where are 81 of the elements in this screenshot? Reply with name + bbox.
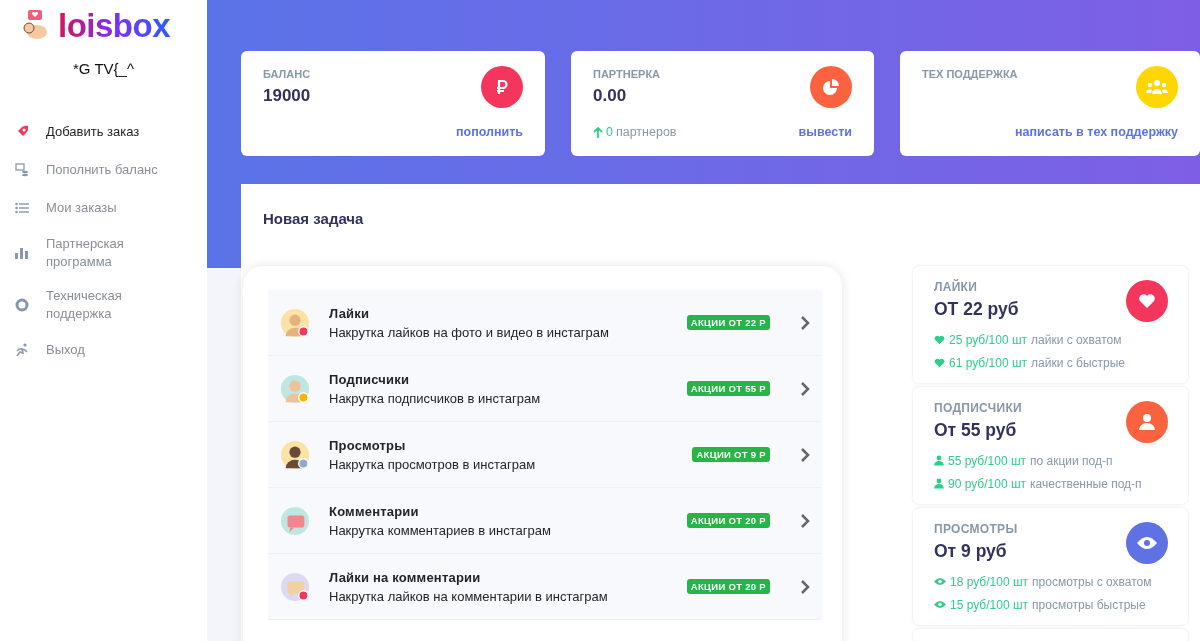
partner-count: 0 <box>606 125 613 139</box>
promo-badge: АКЦИИ ОТ 55 Р <box>686 381 770 396</box>
users-icon <box>1146 79 1168 95</box>
running-person-icon <box>15 343 29 357</box>
price-card-price: ОТ 22 руб <box>934 299 1019 320</box>
service-title: Лайки на комментарии <box>329 569 482 585</box>
price-card-price: От 9 руб <box>934 541 1007 562</box>
chevron-right-icon[interactable] <box>800 512 810 529</box>
card-value: 19000 <box>263 86 311 106</box>
eye-icon <box>934 600 946 609</box>
promo-badge: АКЦИИ ОТ 20 Р <box>686 579 770 594</box>
service-row[interactable]: Лайки на комментарии Накрутка лайков на комментарии в инстаграм АКЦИИ ОТ 20 Р <box>268 554 822 620</box>
rate-description: просмотры с охватом <box>1032 574 1152 589</box>
speech-bubble-icon <box>280 505 310 536</box>
bar-chart-icon <box>15 247 29 259</box>
rate-price: 61 руб/100 шт <box>949 355 1028 370</box>
chevron-right-icon[interactable] <box>800 314 810 331</box>
sidebar-item[interactable]: Добавить заказ <box>0 113 207 151</box>
price-card-label: ПОДПИСЧИКИ <box>934 401 1022 415</box>
pie-chart-icon <box>822 78 840 96</box>
partner-count-label: партнеров <box>615 125 677 139</box>
rate-description: по акции под-п <box>1030 453 1113 468</box>
rate-description: качественные под-п <box>1030 476 1142 491</box>
person-eye-avatar <box>280 439 310 470</box>
heart-icon <box>1138 293 1156 309</box>
rate-price: 18 руб/100 шт <box>950 574 1029 589</box>
rate-description: лайки с охватом <box>1031 332 1122 347</box>
eye-icon <box>1137 536 1157 550</box>
service-title: Просмотры <box>329 437 407 453</box>
lifebuoy-icon <box>15 298 29 312</box>
promo-badge: АКЦИИ ОТ 22 Р <box>686 315 770 330</box>
service-description: Накрутка лайков на комментарии в инстаграм <box>329 588 609 604</box>
price-card-label: ПРОСМОТРЫ <box>934 522 1018 536</box>
chevron-right-icon[interactable] <box>800 446 810 463</box>
card-label: ТЕХ ПОДДЕРЖКА <box>922 68 1018 80</box>
eye-icon <box>934 577 946 586</box>
service-description: Накрутка подписчиков в инстаграм <box>329 390 542 406</box>
rate-price: 15 руб/100 шт <box>950 597 1029 612</box>
sidebar-item[interactable]: Мои заказы <box>0 189 207 227</box>
card-value: 0.00 <box>593 86 628 106</box>
person-smiley-avatar <box>280 373 310 404</box>
card-link[interactable]: пополнить <box>455 125 523 139</box>
service-row[interactable]: Подписчики Накрутка подписчиков в инстаграм АКЦИИ ОТ 55 Р <box>268 356 822 422</box>
rate-description: просмотры быстрые <box>1032 597 1146 612</box>
promo-badge: АКЦИИ ОТ 9 Р <box>692 447 770 462</box>
user-icon <box>934 478 944 489</box>
card-label: БАЛАНС <box>263 68 311 80</box>
list-icon <box>15 202 29 214</box>
service-description: Накрутка комментариев в инстаграм <box>329 522 552 538</box>
chevron-right-icon[interactable] <box>800 578 810 595</box>
user-name: *G TV{_^ <box>72 60 135 77</box>
sidebar-item[interactable]: Выход <box>0 331 207 369</box>
sidebar-item[interactable]: Пополнить баланс <box>0 151 207 189</box>
service-description: Накрутка просмотров в инстаграм <box>329 456 537 472</box>
service-description: Накрутка лайков на фото и видео в инстаграм <box>329 324 610 340</box>
service-row[interactable]: Просмотры Накрутка просмотров в инстаграм АКЦИИ ОТ 9 Р <box>268 422 822 488</box>
service-title: Комментарии <box>329 503 420 519</box>
chevron-right-icon[interactable] <box>800 380 810 397</box>
rate-description: лайки с быстрые <box>1031 355 1125 370</box>
rate-price: 90 руб/100 шт <box>948 476 1027 491</box>
rate-price: 55 руб/100 шт <box>948 453 1027 468</box>
rate-price: 25 руб/100 шт <box>949 332 1028 347</box>
card-label: ПАРТНЕРКА <box>593 68 661 80</box>
service-title: Лайки <box>329 305 371 321</box>
user-icon <box>1139 413 1155 431</box>
service-title: Подписчики <box>329 371 411 387</box>
heart-icon <box>934 357 945 368</box>
heart-icon <box>934 334 945 345</box>
person-heart-avatar <box>280 307 310 338</box>
sidebar-item[interactable]: Техническая поддержка <box>0 279 207 331</box>
service-row[interactable]: Лайки Накрутка лайков на фото и видео в инстаграм АКЦИИ ОТ 22 Р <box>268 290 822 356</box>
service-row[interactable]: Комментарии Накрутка комментариев в инстаграм АКЦИИ ОТ 20 Р <box>268 488 822 554</box>
card-link[interactable]: написать в тех поддержку <box>1015 125 1178 139</box>
promo-badge: АКЦИИ ОТ 20 Р <box>686 513 770 528</box>
price-card-price: От 55 руб <box>934 420 1017 441</box>
price-card-label: ЛАЙКИ <box>934 280 978 294</box>
user-icon <box>934 455 944 466</box>
card-link[interactable]: вывести <box>798 125 852 139</box>
sidebar-item[interactable]: Партнерская программа <box>0 227 207 279</box>
arrow-up-icon <box>593 126 603 138</box>
panel-title: Новая задача <box>263 210 365 227</box>
